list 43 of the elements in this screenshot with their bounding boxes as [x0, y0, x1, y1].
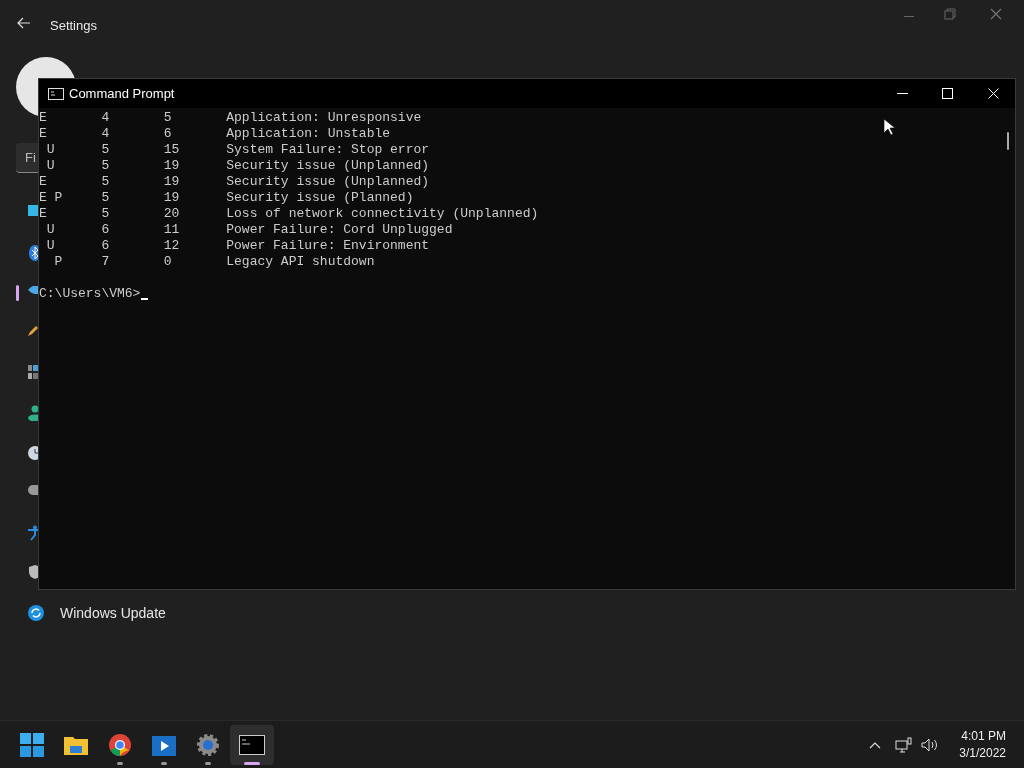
start-icon [20, 732, 44, 757]
volume-icon [921, 736, 940, 753]
console-icon [239, 734, 265, 755]
console-line: U 5 19 Security issue (Unplanned) [45, 158, 430, 174]
clock-date[interactable]: 3/1/2022 [959, 744, 1006, 762]
person-icon[interactable] [28, 405, 38, 421]
network-icon[interactable] [28, 286, 38, 294]
console-line: E 5 19 Security issue (Unplanned) [39, 174, 430, 190]
network-icon [895, 736, 914, 753]
console-line: E 5 20 Loss of network connectivity (Unplanned) [39, 206, 539, 222]
clock-time[interactable]: 4:01 PM [961, 727, 1006, 745]
chevron-up-icon [869, 740, 882, 749]
restore-icon [944, 8, 956, 20]
console-line: P 7 0 Legacy API shutdown [53, 254, 375, 270]
shield-icon[interactable] [28, 565, 38, 579]
text-cursor [141, 298, 149, 300]
scrollbar-thumb[interactable] [1007, 132, 1009, 150]
gamepad-icon[interactable] [28, 485, 38, 495]
console-icon [48, 87, 64, 100]
close-icon [988, 88, 999, 99]
clock-icon[interactable] [28, 446, 38, 460]
back-arrow-icon [16, 15, 32, 31]
console-line: E 4 5 Application: Unresponsive [39, 110, 422, 126]
console-line: U 5 15 System Failure: Stop error [45, 142, 430, 158]
search-field[interactable]: Fi [16, 143, 38, 173]
update-icon [27, 604, 45, 622]
gear-icon [196, 732, 220, 757]
command-prompt: C:\Users\VM6> [39, 286, 141, 302]
close-icon [990, 8, 1002, 20]
browser-icon [108, 732, 132, 757]
console-line: E P 5 19 Security issue (Planned) [39, 190, 414, 206]
window-title: Command Prompt [69, 84, 175, 103]
console-line: E 4 6 Application: Unstable [39, 126, 391, 142]
brush-icon[interactable] [28, 326, 38, 336]
console-line: U 6 12 Power Failure: Environment [45, 238, 430, 254]
maximize-icon [942, 88, 953, 99]
apps-icon[interactable] [28, 365, 38, 379]
taskbar-app[interactable] [230, 724, 274, 765]
window-title: Settings [50, 17, 97, 35]
console-line: U 6 11 Power Failure: Cord Unplugged [45, 222, 453, 238]
nav-item[interactable]: Windows Update [20, 596, 210, 630]
accessibility-icon[interactable] [28, 525, 38, 541]
mouse-pointer-icon [883, 118, 895, 136]
